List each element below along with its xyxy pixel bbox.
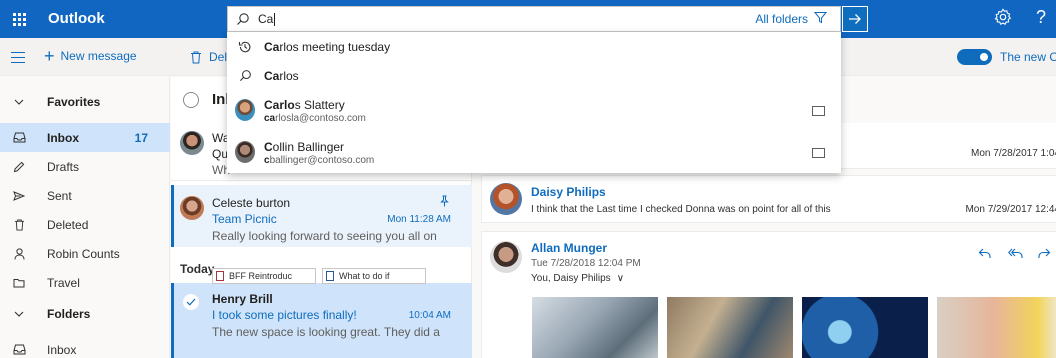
attached-photo[interactable] <box>667 297 793 358</box>
search-scope-dropdown[interactable]: All folders <box>755 12 808 26</box>
hamburger-icon[interactable] <box>11 52 25 67</box>
unread-count: 17 <box>134 130 148 145</box>
select-all-checkbox[interactable] <box>183 92 199 108</box>
search-icon <box>235 69 255 82</box>
reply-all-icon <box>1008 248 1023 258</box>
file-icon <box>326 271 334 281</box>
file-icon <box>216 271 224 281</box>
attachment-chip[interactable]: BFF Reintroduc <box>212 268 316 284</box>
gear-icon <box>994 8 1012 25</box>
sidebar-item-inbox[interactable]: Inbox 17 <box>0 123 170 152</box>
folder-icon <box>12 278 26 288</box>
avatar <box>235 99 255 121</box>
message-card-collapsed[interactable]: Daisy Philips I think that the Last time… <box>481 175 1056 223</box>
sidebar-item-robin-counts[interactable]: Robin Counts <box>0 239 170 268</box>
checkmark-icon[interactable] <box>183 294 199 310</box>
date-group-header: Today <box>180 262 215 276</box>
list-item[interactable]: Henry Brill I took some pictures finally… <box>171 283 472 358</box>
help-button[interactable]: ? <box>1030 7 1052 28</box>
search-icon <box>228 12 258 26</box>
attachment-chip[interactable]: What to do if <box>322 268 426 284</box>
avatar <box>490 241 522 273</box>
sidebar-item-deleted[interactable]: Deleted <box>0 210 170 239</box>
inbox-icon <box>12 344 26 355</box>
reply-button[interactable] <box>978 246 991 262</box>
arrow-right-icon <box>849 14 861 24</box>
send-icon <box>12 190 26 201</box>
contact-card-icon[interactable] <box>812 148 825 158</box>
waffle-icon <box>12 12 26 26</box>
attached-photo[interactable] <box>532 297 658 358</box>
search-box[interactable]: Ca All folders <box>227 6 841 32</box>
pin-icon[interactable] <box>439 195 450 210</box>
filter-icon[interactable] <box>813 11 828 27</box>
forward-icon <box>1038 248 1051 258</box>
trash-icon <box>12 219 26 231</box>
app-launcher-button[interactable] <box>0 0 38 38</box>
chevron-down-icon <box>12 311 26 317</box>
suggestion-item[interactable]: Carlos <box>227 66 841 85</box>
avatar <box>490 183 522 215</box>
chevron-down-icon <box>12 99 26 105</box>
favorites-header[interactable]: Favorites <box>0 87 170 116</box>
suggestion-contact[interactable]: Carlos Slattery carlosla@contoso.com <box>227 94 841 128</box>
new-outlook-toggle[interactable]: The new Ou <box>957 49 1056 65</box>
settings-button[interactable] <box>992 8 1014 31</box>
sidebar-item-folders-inbox[interactable]: Inbox <box>0 335 170 358</box>
sidebar-item-travel[interactable]: Travel <box>0 268 170 297</box>
history-icon <box>235 40 255 54</box>
avatar <box>235 141 255 163</box>
attached-photo[interactable] <box>802 297 928 358</box>
suggestion-contact[interactable]: Collin Ballinger cballinger@contoso.com <box>227 136 841 170</box>
search-suggestions: Carlos meeting tuesday Carlos Carlos Sla… <box>227 32 841 173</box>
trash-icon <box>191 51 201 63</box>
folder-pane: Favorites Inbox 17 Drafts Sent Deleted R… <box>0 77 170 358</box>
folders-header[interactable]: Folders <box>0 299 170 328</box>
new-message-button[interactable]: + New message <box>44 46 137 66</box>
contact-card-icon[interactable] <box>812 106 825 116</box>
question-icon: ? <box>1035 7 1046 27</box>
search-input[interactable]: Ca <box>258 12 755 27</box>
reply-all-button[interactable] <box>1008 246 1023 262</box>
suggestion-item[interactable]: Carlos meeting tuesday <box>227 37 841 56</box>
person-icon <box>12 247 26 260</box>
attached-photo[interactable] <box>937 297 1056 358</box>
chevron-down-icon: ∨ <box>616 273 625 284</box>
avatar <box>180 131 204 155</box>
pencil-icon <box>12 161 26 173</box>
forward-button[interactable] <box>1038 246 1051 262</box>
sidebar-item-sent[interactable]: Sent <box>0 181 170 210</box>
plus-icon: + <box>44 46 55 66</box>
avatar <box>180 196 204 220</box>
toggle-switch[interactable] <box>957 49 992 65</box>
sidebar-item-drafts[interactable]: Drafts <box>0 152 170 181</box>
app-title: Outlook <box>48 10 105 27</box>
inbox-icon <box>12 132 26 143</box>
search-submit-button[interactable] <box>842 6 868 32</box>
list-item[interactable]: Celeste burton Team Picnic Mon 11:28 AM … <box>171 185 472 247</box>
recipients: You, Daisy Philips ∨ <box>531 273 625 284</box>
reply-icon <box>978 248 991 258</box>
